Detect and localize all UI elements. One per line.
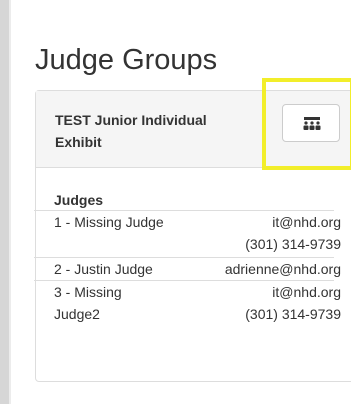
group-icon (303, 117, 321, 130)
view-group-button[interactable] (282, 104, 340, 142)
judge-row: 1 - Missing Judge it@nhd.org (301) 314-9… (54, 211, 351, 257)
judges-list: Judges 1 - Missing Judge it@nhd.org (301… (34, 190, 351, 327)
judge-row: 2 - Justin Judge adrienne@nhd.org (54, 258, 351, 280)
judge-name-text: 3 - Missing Judge2 (54, 284, 122, 322)
judge-row: 3 - Missing Judge2 it@nhd.org (301) 314-… (54, 281, 351, 327)
judge-phone: (301) 314-9739 (245, 236, 341, 252)
judges-header: Judges (54, 192, 104, 208)
page-title: Judge Groups (35, 44, 218, 76)
judge-email[interactable]: it@nhd.org (272, 214, 341, 230)
judge-contact: adrienne@nhd.org (225, 258, 341, 280)
sidebar-shadow (9, 0, 11, 404)
judge-contact: it@nhd.org (301) 314-9739 (245, 281, 341, 325)
judge-email[interactable]: it@nhd.org (272, 284, 341, 300)
judge-name: 3 - Missing Judge2 (54, 281, 164, 325)
judge-contact: it@nhd.org (301) 314-9739 (245, 211, 341, 255)
judge-name: 1 - Missing Judge (54, 214, 164, 230)
judge-name: 2 - Justin Judge (54, 261, 153, 277)
left-sidebar-edge (0, 0, 9, 404)
group-name: TEST Junior Individual Exhibit (55, 112, 207, 150)
judge-email[interactable]: adrienne@nhd.org (225, 261, 341, 277)
judge-phone: (301) 314-9739 (245, 306, 341, 322)
